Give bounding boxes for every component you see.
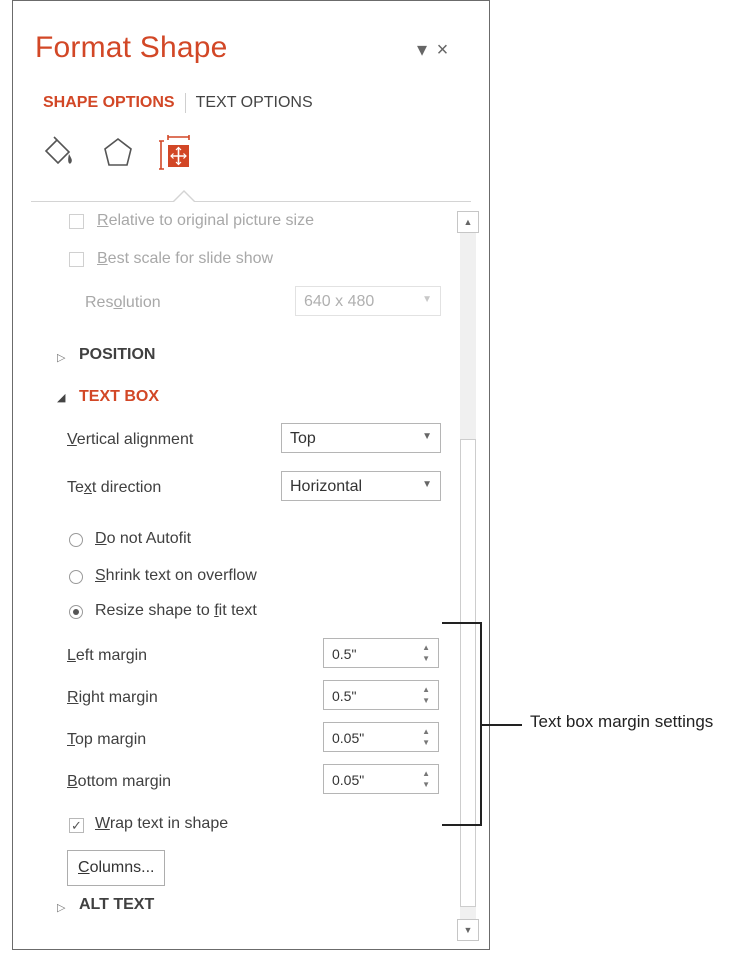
close-icon[interactable]: × bbox=[437, 39, 449, 62]
relative-size-checkbox[interactable] bbox=[69, 214, 84, 229]
spin-down-icon[interactable]: ▼ bbox=[422, 739, 430, 747]
bottom-margin-label: Bottom margin bbox=[67, 773, 172, 790]
margin-bracket bbox=[442, 622, 482, 826]
wrap-text-label: Wrap text in shape bbox=[95, 815, 229, 832]
do-not-autofit-label: Do not Autofit bbox=[95, 530, 192, 547]
vertical-alignment-dropdown[interactable]: Top ▼ bbox=[281, 423, 441, 453]
do-not-autofit-radio[interactable] bbox=[69, 533, 83, 547]
tab-text-options[interactable]: TEXT OPTIONS bbox=[196, 94, 313, 111]
top-margin-spinner[interactable]: 0.05" ▲ ▼ bbox=[323, 722, 439, 752]
spin-down-icon[interactable]: ▼ bbox=[422, 655, 430, 663]
best-scale-label: Best scale for slide show bbox=[97, 250, 274, 267]
task-pane-options-icon[interactable]: ▾ bbox=[417, 37, 427, 62]
expand-triangle-icon[interactable]: ▷ bbox=[57, 351, 65, 364]
left-margin-value: 0.5" bbox=[332, 646, 357, 662]
size-properties-icon[interactable] bbox=[159, 135, 193, 175]
fill-line-icon[interactable] bbox=[41, 135, 75, 171]
right-margin-label: Right margin bbox=[67, 689, 158, 706]
vertical-alignment-value: Top bbox=[290, 430, 316, 447]
chevron-down-icon: ▼ bbox=[422, 294, 432, 305]
resize-shape-label: Resize shape to fit text bbox=[95, 602, 257, 619]
section-position[interactable]: POSITION bbox=[79, 346, 155, 364]
tab-separator bbox=[184, 93, 186, 113]
expand-triangle-icon[interactable]: ▷ bbox=[57, 901, 65, 914]
top-margin-value: 0.05" bbox=[332, 730, 365, 746]
columns-button[interactable]: Columns... bbox=[67, 850, 166, 886]
callout-label: Text box margin settings bbox=[530, 712, 714, 731]
spin-down-icon[interactable]: ▼ bbox=[422, 781, 430, 789]
spin-up-icon[interactable]: ▲ bbox=[422, 728, 430, 736]
resolution-label: Resolution bbox=[85, 294, 161, 311]
resize-shape-radio[interactable] bbox=[69, 605, 83, 619]
selected-category-pointer-inner bbox=[174, 192, 194, 202]
spin-down-icon[interactable]: ▼ bbox=[422, 697, 430, 705]
right-margin-value: 0.5" bbox=[332, 688, 357, 704]
bottom-margin-spinner[interactable]: 0.05" ▲ ▼ bbox=[323, 764, 439, 794]
tab-divider bbox=[31, 201, 471, 202]
collapse-triangle-icon[interactable]: ◢ bbox=[57, 391, 65, 404]
chevron-down-icon: ▼ bbox=[422, 431, 432, 442]
spin-up-icon[interactable]: ▲ bbox=[422, 686, 430, 694]
left-margin-spinner[interactable]: 0.5" ▲ ▼ bbox=[323, 638, 439, 668]
section-text-box[interactable]: TEXT BOX bbox=[79, 388, 159, 406]
shrink-text-radio[interactable] bbox=[69, 570, 83, 584]
tab-shape-options[interactable]: SHAPE OPTIONS bbox=[43, 94, 175, 111]
text-direction-label: Text direction bbox=[67, 479, 162, 496]
panel-title: Format Shape bbox=[35, 31, 228, 64]
bottom-margin-value: 0.05" bbox=[332, 772, 365, 788]
effects-icon[interactable] bbox=[101, 135, 135, 171]
resolution-dropdown[interactable]: 640 x 480 ▼ bbox=[295, 286, 441, 316]
callout-line bbox=[482, 724, 522, 726]
section-alt-text[interactable]: ALT TEXT bbox=[79, 896, 154, 914]
header-buttons: ▾ × bbox=[413, 37, 448, 62]
spin-up-icon[interactable]: ▲ bbox=[422, 770, 430, 778]
shrink-text-label: Shrink text on overflow bbox=[95, 567, 257, 584]
vertical-scrollbar[interactable]: ▲ ▼ bbox=[457, 211, 481, 941]
chevron-down-icon: ▼ bbox=[422, 479, 432, 490]
resolution-value: 640 x 480 bbox=[304, 293, 375, 310]
format-shape-panel: Format Shape ▾ × SHAPE OPTIONS TEXT OPTIO… bbox=[12, 0, 490, 950]
scroll-up-icon[interactable]: ▲ bbox=[457, 211, 479, 233]
options-tabs: SHAPE OPTIONS TEXT OPTIONS bbox=[43, 93, 313, 113]
right-margin-spinner[interactable]: 0.5" ▲ ▼ bbox=[323, 680, 439, 710]
scroll-down-icon[interactable]: ▼ bbox=[457, 919, 479, 941]
left-margin-label: Left margin bbox=[67, 647, 148, 664]
text-direction-value: Horizontal bbox=[290, 478, 363, 495]
vertical-alignment-label: Vertical alignment bbox=[67, 431, 194, 448]
best-scale-checkbox[interactable] bbox=[69, 252, 84, 267]
relative-size-label: Relative to original picture size bbox=[97, 212, 314, 229]
top-margin-label: Top margin bbox=[67, 731, 147, 748]
wrap-text-checkbox[interactable]: ✓ bbox=[69, 818, 84, 833]
text-direction-dropdown[interactable]: Horizontal ▼ bbox=[281, 471, 441, 501]
spin-up-icon[interactable]: ▲ bbox=[422, 644, 430, 652]
